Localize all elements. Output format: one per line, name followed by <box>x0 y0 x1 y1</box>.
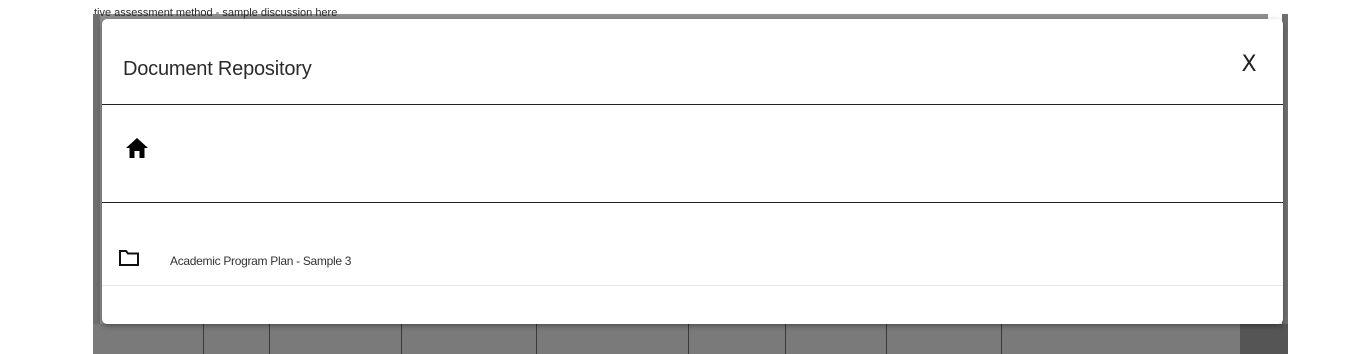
close-button[interactable]: X <box>1237 53 1261 77</box>
background-edge-left <box>93 14 100 324</box>
dialog-toolbar <box>102 105 1283 203</box>
document-repository-dialog: Document Repository X Academic Program P… <box>102 19 1283 324</box>
background-scrollbar <box>1240 324 1288 354</box>
background-table <box>93 324 1268 354</box>
folder-label: Academic Program Plan - Sample 3 <box>170 254 352 268</box>
dialog-header: Document Repository X <box>102 19 1283 105</box>
background-text: tive assessment method - sample discussi… <box>94 7 338 19</box>
list-item-folder[interactable]: Academic Program Plan - Sample 3 <box>102 234 1283 286</box>
dialog-title: Document Repository <box>123 58 312 80</box>
home-icon[interactable] <box>124 135 150 161</box>
folder-icon <box>118 247 140 269</box>
